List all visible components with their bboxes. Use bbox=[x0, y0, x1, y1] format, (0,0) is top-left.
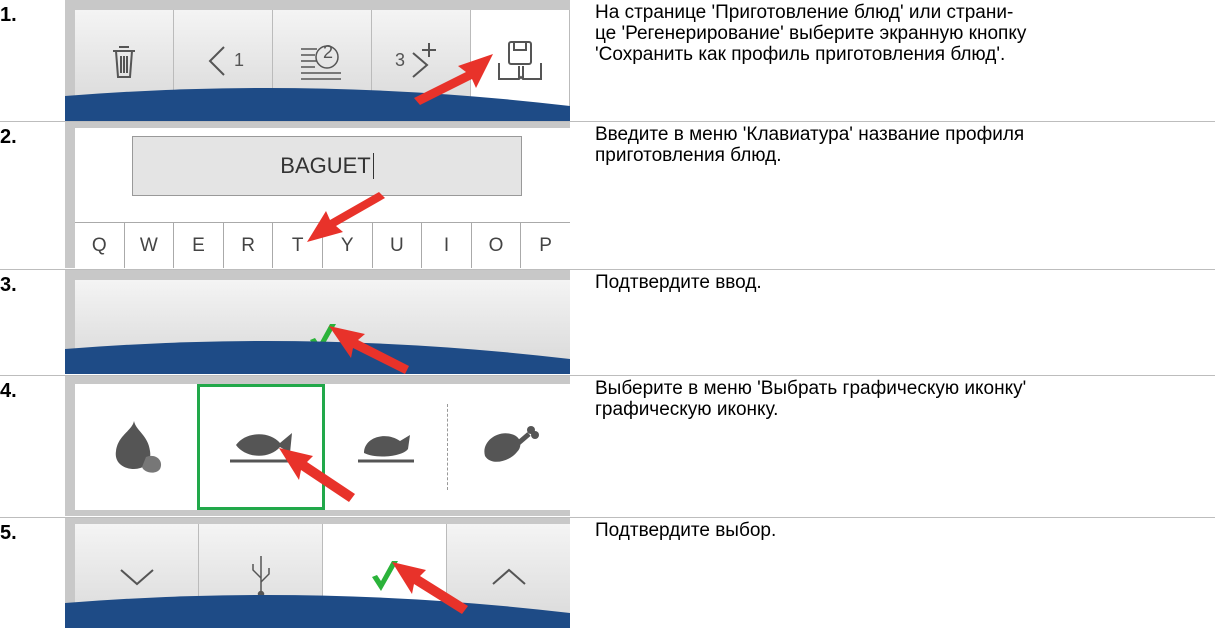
step-4: 4. Выберите в меню 'Выбрать графическую … bbox=[0, 376, 1215, 516]
list-step-label: 2 bbox=[323, 42, 334, 62]
step-number: 3. bbox=[0, 274, 17, 296]
step-4-screenshot bbox=[65, 376, 570, 516]
step-number: 4. bbox=[0, 380, 17, 402]
forward-step-label: 3 bbox=[394, 50, 405, 70]
key-q[interactable]: Q bbox=[75, 223, 125, 268]
key-e[interactable]: E bbox=[174, 223, 224, 268]
step-3: 3. Подтвердите ввод. bbox=[0, 270, 1215, 374]
key-w[interactable]: W bbox=[125, 223, 175, 268]
key-p[interactable]: P bbox=[521, 223, 570, 268]
back-1-icon bbox=[208, 45, 225, 76]
icon-option-garlic[interactable] bbox=[75, 384, 197, 510]
step-number: 2. bbox=[0, 126, 17, 148]
step-number: 5. bbox=[0, 522, 17, 544]
step-description: Выберите в меню 'Выбрать графическую ико… bbox=[595, 378, 1027, 420]
step-description: Введите в меню 'Клавиатура' название про… bbox=[595, 124, 1025, 166]
key-i[interactable]: I bbox=[422, 223, 472, 268]
step-3-screenshot bbox=[65, 270, 570, 374]
blue-wave bbox=[65, 341, 570, 374]
key-o[interactable]: O bbox=[472, 223, 522, 268]
icon-option-drumstick[interactable] bbox=[448, 384, 570, 510]
step-2: 2. BAGUET Q W E R T Y U I O P Введите в … bbox=[0, 122, 1215, 268]
poultry-icon bbox=[358, 435, 414, 463]
step-5: 5. Подтвердите выбор. bbox=[0, 518, 1215, 628]
step-1-screenshot: 1 2 3 bbox=[65, 0, 570, 121]
step-1: 1. 1 2 3 На странице 'Приготовление блюд… bbox=[0, 0, 1215, 121]
drumstick-icon bbox=[484, 426, 539, 462]
input-value: BAGUET bbox=[280, 153, 371, 178]
pointer-arrow bbox=[392, 562, 468, 614]
garlic-icon bbox=[115, 421, 162, 473]
blue-wave bbox=[65, 595, 570, 628]
step-description: Подтвердите ввод. bbox=[595, 272, 762, 293]
back-step-label: 1 bbox=[233, 50, 244, 70]
step-5-screenshot bbox=[65, 518, 570, 628]
pointer-arrow bbox=[279, 448, 355, 502]
step-2-screenshot: BAGUET Q W E R T Y U I O P bbox=[65, 122, 570, 268]
key-r[interactable]: R bbox=[224, 223, 274, 268]
step-number: 1. bbox=[0, 4, 17, 26]
step-description: На странице 'Приготовление блюд' или стр… bbox=[595, 2, 1027, 65]
pointer-arrow bbox=[414, 54, 493, 105]
step-description: Подтвердите выбор. bbox=[595, 520, 777, 541]
trash-icon bbox=[113, 45, 135, 78]
name-input-field[interactable]: BAGUET bbox=[132, 136, 522, 196]
pointer-arrow bbox=[329, 326, 409, 374]
pointer-arrow bbox=[307, 192, 385, 242]
